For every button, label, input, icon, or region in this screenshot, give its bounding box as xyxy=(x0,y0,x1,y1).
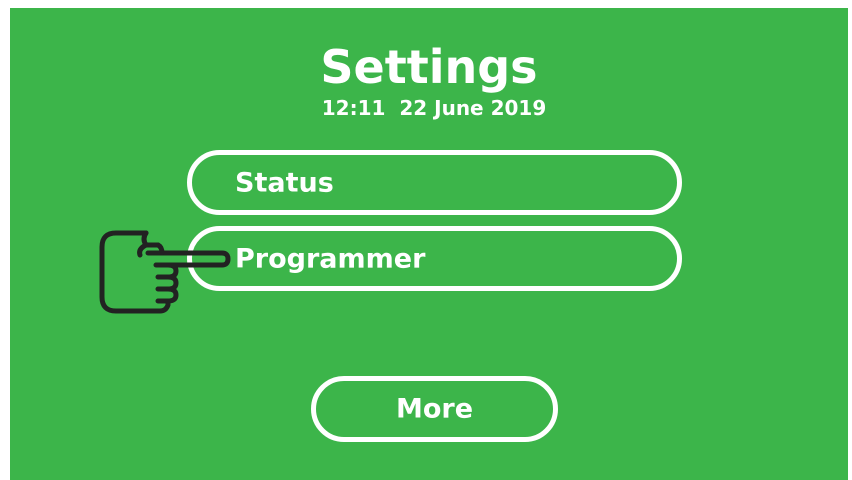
programmer-button-label: Programmer xyxy=(235,243,426,274)
more-button-label: More xyxy=(395,393,474,425)
page-title: Settings xyxy=(320,40,538,94)
status-button[interactable]: Status xyxy=(187,150,682,215)
more-button[interactable]: More xyxy=(311,376,558,442)
status-button-label: Status xyxy=(235,167,334,198)
programmer-button[interactable]: Programmer xyxy=(187,226,682,291)
datetime-label: 12:11 22 June 2019 xyxy=(321,96,547,120)
pointing-hand-icon xyxy=(99,230,231,314)
settings-screen: Settings 12:11 22 June 2019 Status Progr… xyxy=(10,8,848,480)
